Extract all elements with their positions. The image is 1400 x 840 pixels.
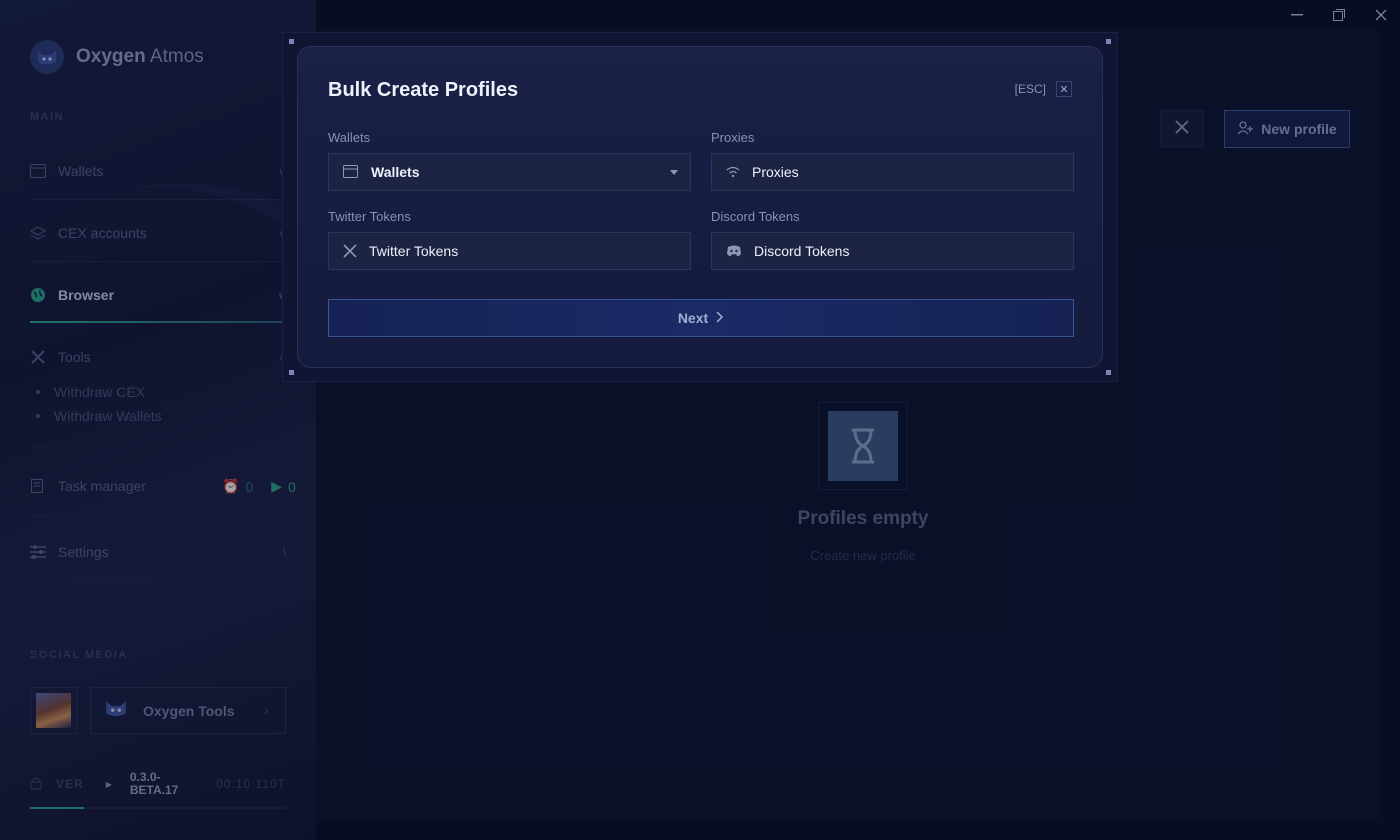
wallets-select-value: Wallets — [371, 164, 420, 180]
proxies-field-value: Proxies — [752, 164, 799, 180]
discord-tokens-field[interactable]: Discord Tokens — [711, 232, 1074, 270]
next-label: Next — [677, 310, 709, 326]
twitter-tokens-field[interactable]: Twitter Tokens — [328, 232, 691, 270]
corner-marker — [1106, 370, 1111, 375]
proxies-field[interactable]: Proxies — [711, 153, 1074, 191]
wallet-icon — [343, 165, 359, 179]
next-button[interactable]: Next — [328, 299, 1074, 337]
wifi-icon — [726, 166, 740, 178]
corner-marker — [289, 370, 294, 375]
caret-down-icon — [670, 169, 678, 175]
dialog-title: Bulk Create Profiles — [328, 79, 519, 101]
corner-marker — [289, 39, 294, 44]
esc-hint: [ESC] ✕ — [1015, 81, 1072, 97]
twitter-tokens-value: Twitter Tokens — [369, 243, 459, 259]
discord-tokens-value: Discord Tokens — [754, 243, 850, 259]
wallets-select[interactable]: Wallets — [328, 153, 691, 191]
discord-tokens-label: Discord Tokens — [711, 209, 800, 224]
x-logo-icon — [343, 244, 357, 258]
discord-icon — [726, 245, 742, 257]
chevron-right-icon — [716, 310, 724, 326]
bulk-create-profiles-dialog: Bulk Create Profiles [ESC] ✕ Wallets Wal… — [297, 46, 1103, 368]
close-icon[interactable]: ✕ — [1056, 81, 1072, 97]
esc-label: [ESC] — [1014, 82, 1046, 96]
proxies-label: Proxies — [711, 130, 755, 145]
corner-marker — [1106, 39, 1111, 44]
wallets-label: Wallets — [328, 130, 371, 145]
twitter-tokens-label: Twitter Tokens — [328, 209, 411, 224]
